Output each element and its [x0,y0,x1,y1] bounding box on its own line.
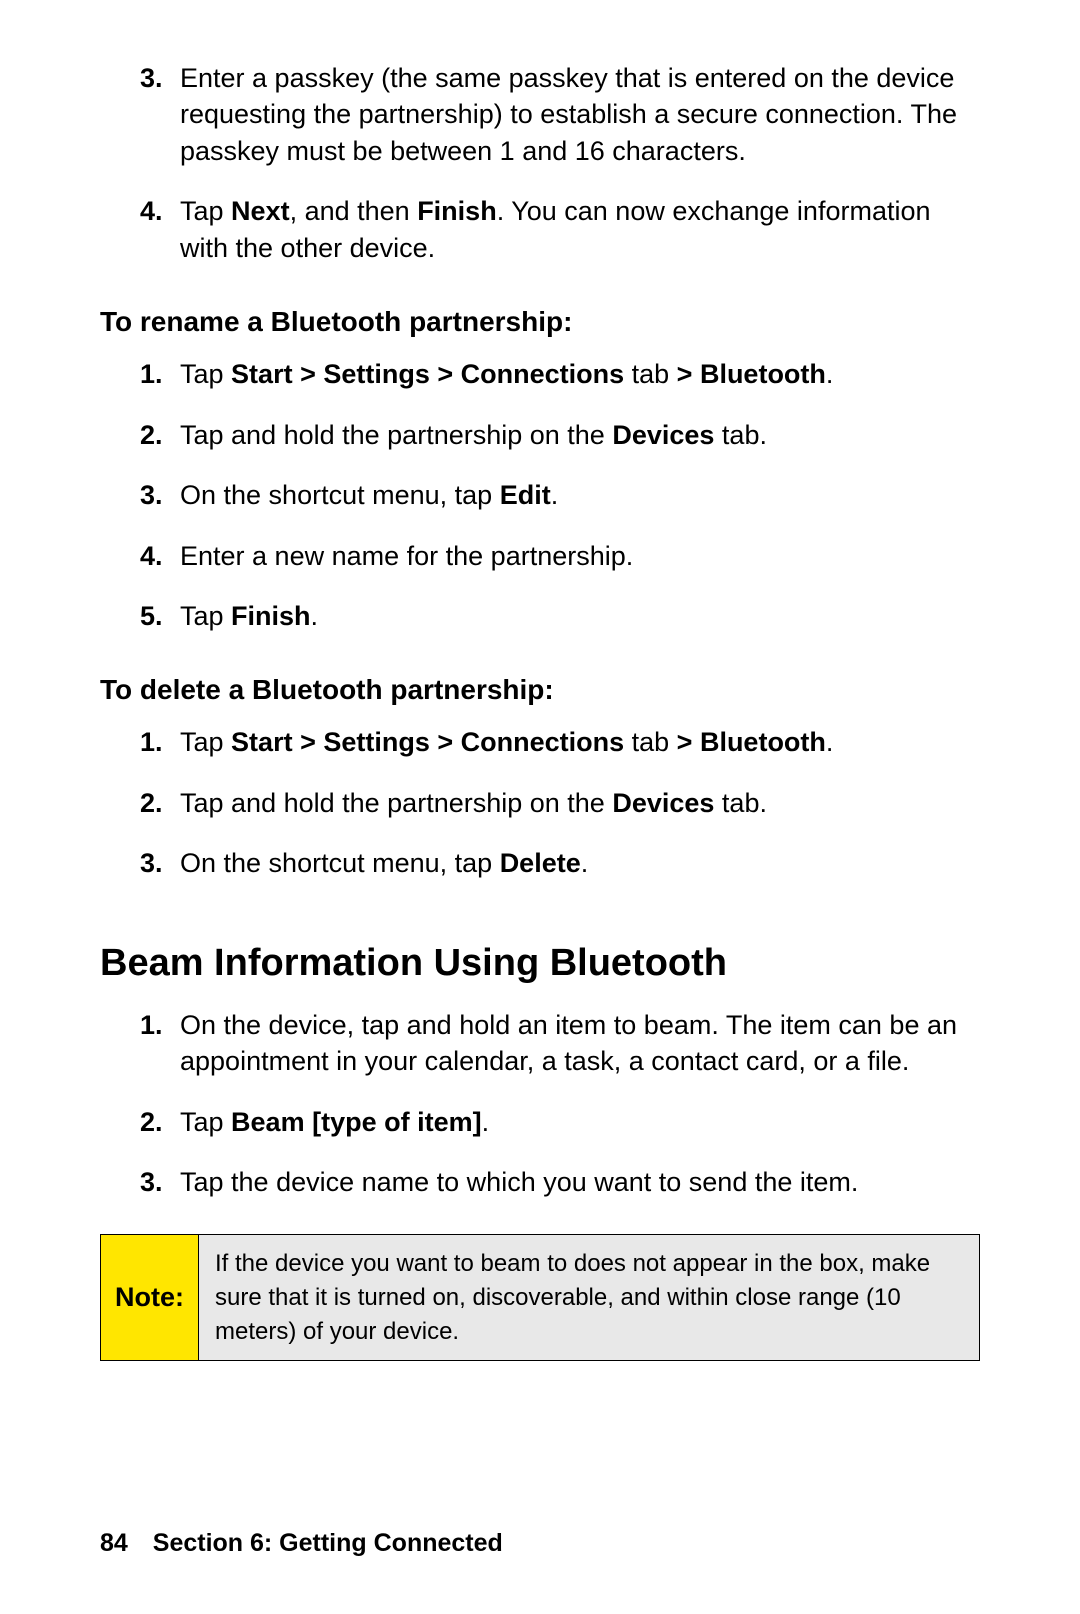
text-run: Tap the device name to which you want to… [180,1167,858,1197]
list-item: 2.Tap and hold the partnership on the De… [100,417,980,453]
text-run: On the shortcut menu, tap [180,480,500,510]
list-text: Tap Next, and then Finish. You can now e… [180,193,980,266]
list-number: 2. [100,1104,180,1140]
text-run: Tap [180,196,231,226]
list-number: 2. [100,417,180,453]
text-run: Enter a passkey (the same passkey that i… [180,63,957,166]
text-run: . [581,848,589,878]
text-run: Tap [180,359,231,389]
list-item: 4.Tap Next, and then Finish. You can now… [100,193,980,266]
text-run: . [311,601,319,631]
list-number: 2. [100,785,180,821]
bold-run: Devices [612,420,714,450]
subhead-rename: To rename a Bluetooth partnership: [100,306,980,338]
list-item: 3.Tap the device name to which you want … [100,1164,980,1200]
text-run: tab. [714,788,767,818]
bold-run: Start > Settings > Connections [231,359,624,389]
text-run: tab. [714,420,767,450]
list-number: 1. [100,724,180,760]
note-body: If the device you want to beam to does n… [199,1235,979,1360]
list-item: 3.Enter a passkey (the same passkey that… [100,60,980,169]
list-text: Tap and hold the partnership on the Devi… [180,785,980,821]
list-item: 3.On the shortcut menu, tap Delete. [100,845,980,881]
list-number: 4. [100,538,180,574]
list-text: Tap the device name to which you want to… [180,1164,980,1200]
page: 3.Enter a passkey (the same passkey that… [0,0,1080,1614]
list-text: Enter a passkey (the same passkey that i… [180,60,980,169]
bold-run: Devices [612,788,714,818]
bold-run: Edit [500,480,551,510]
list-text: On the shortcut menu, tap Edit. [180,477,980,513]
list-number: 3. [100,477,180,513]
list-number: 3. [100,1164,180,1200]
text-run: tab [624,727,677,757]
bold-run: Finish [417,196,497,226]
list-item: 2.Tap Beam [type of item]. [100,1104,980,1140]
list-number: 1. [100,1007,180,1080]
text-run: , and then [290,196,418,226]
list-text: On the device, tap and hold an item to b… [180,1007,980,1080]
section-title: Section 6: Getting Connected [153,1529,503,1557]
subhead-delete: To delete a Bluetooth partnership: [100,674,980,706]
top-list: 3.Enter a passkey (the same passkey that… [100,60,980,266]
bold-run: > Bluetooth [677,359,826,389]
text-run: . [826,727,834,757]
list-text: Enter a new name for the partnership. [180,538,980,574]
text-run: On the shortcut menu, tap [180,848,500,878]
text-run: Tap and hold the partnership on the [180,420,612,450]
text-run: . [482,1107,490,1137]
text-run: Tap [180,601,231,631]
bold-run: Delete [500,848,581,878]
text-run: . [551,480,559,510]
rename-list: 1.Tap Start > Settings > Connections tab… [100,356,980,634]
list-number: 5. [100,598,180,634]
bold-run: > Bluetooth [677,727,826,757]
text-run: On the device, tap and hold an item to b… [180,1010,957,1076]
heading-beam: Beam Information Using Bluetooth [100,942,980,985]
bold-run: Next [231,196,290,226]
text-run: Enter a new name for the partnership. [180,541,633,571]
text-run: . [826,359,834,389]
list-number: 1. [100,356,180,392]
note-label: Note: [101,1235,199,1360]
list-number: 4. [100,193,180,266]
list-text: On the shortcut menu, tap Delete. [180,845,980,881]
list-text: Tap Start > Settings > Connections tab >… [180,356,980,392]
list-item: 1.Tap Start > Settings > Connections tab… [100,356,980,392]
text-run: Tap [180,1107,231,1137]
list-number: 3. [100,60,180,169]
beam-list: 1.On the device, tap and hold an item to… [100,1007,980,1201]
text-run: tab [624,359,677,389]
footer: 84 Section 6: Getting Connected [100,1529,503,1558]
bold-run: Finish [231,601,311,631]
list-text: Tap Beam [type of item]. [180,1104,980,1140]
text-run: Tap [180,727,231,757]
list-item: 3.On the shortcut menu, tap Edit. [100,477,980,513]
delete-list: 1.Tap Start > Settings > Connections tab… [100,724,980,881]
list-item: 5.Tap Finish. [100,598,980,634]
list-text: Tap and hold the partnership on the Devi… [180,417,980,453]
bold-run: Beam [type of item] [231,1107,482,1137]
list-text: Tap Finish. [180,598,980,634]
bold-run: Start > Settings > Connections [231,727,624,757]
page-number: 84 [100,1529,128,1557]
list-item: 4.Enter a new name for the partnership. [100,538,980,574]
list-item: 1.On the device, tap and hold an item to… [100,1007,980,1080]
list-item: 1.Tap Start > Settings > Connections tab… [100,724,980,760]
list-number: 3. [100,845,180,881]
text-run: Tap and hold the partnership on the [180,788,612,818]
list-item: 2.Tap and hold the partnership on the De… [100,785,980,821]
list-text: Tap Start > Settings > Connections tab >… [180,724,980,760]
note-box: Note: If the device you want to beam to … [100,1234,980,1361]
